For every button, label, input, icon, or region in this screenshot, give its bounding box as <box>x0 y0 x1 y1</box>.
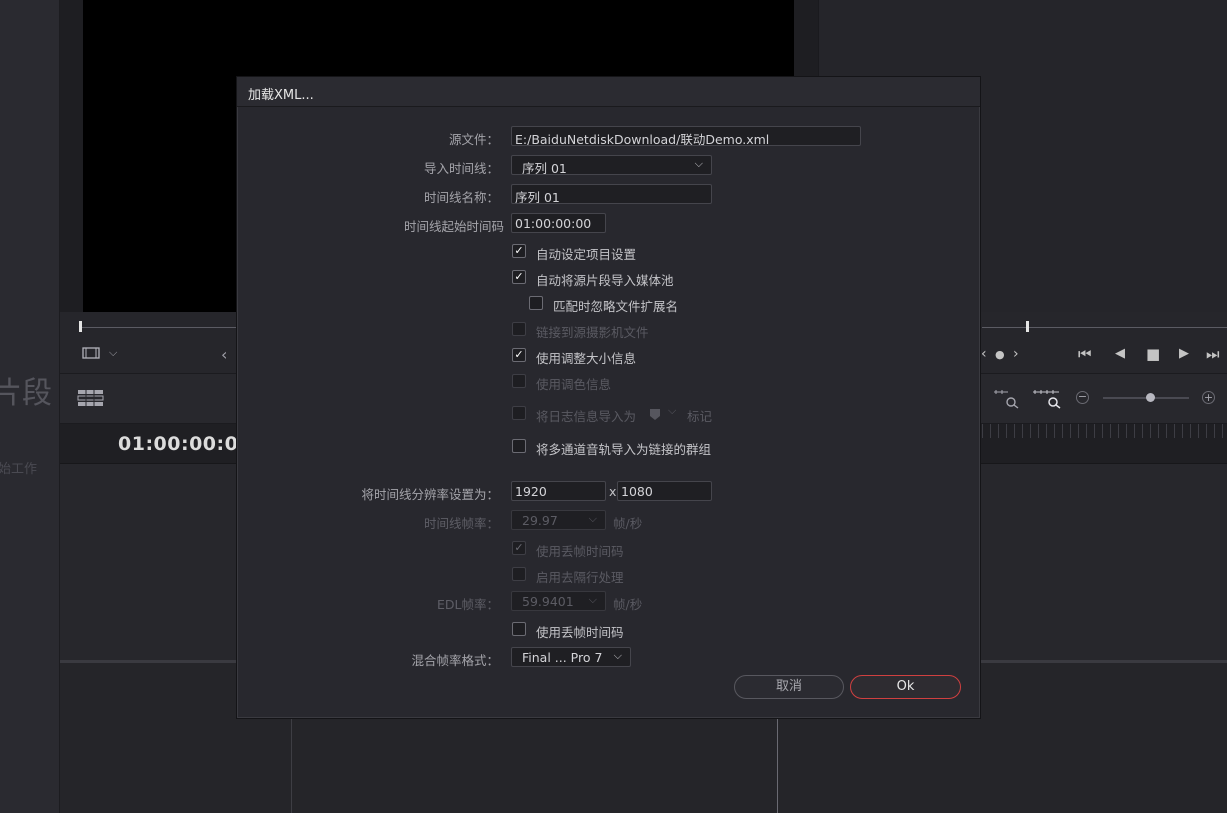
nav-dot-icon[interactable]: ● <box>995 348 1005 361</box>
frame-rate-label: 时间线帧率： <box>423 516 499 531</box>
dialog-titlebar[interactable]: 加载XML... <box>237 77 980 107</box>
chevron-down-icon: ⌵ <box>613 649 622 662</box>
resolution-height-field[interactable]: 1080 <box>617 481 712 501</box>
timeline-playhead[interactable] <box>1026 321 1029 332</box>
import-log-info-checkbox <box>512 406 526 420</box>
nav-left-icon[interactable]: ‹ <box>981 346 987 362</box>
timeline-timecode: 01:00:00:00 <box>118 433 253 455</box>
import-timeline-value: 序列 01 <box>522 161 567 175</box>
edl-frame-rate-value: 59.9401 <box>522 594 574 609</box>
frame-rate-unit: 帧/秒 <box>613 516 643 531</box>
chevron-down-icon: ⌵ <box>588 593 597 606</box>
mixed-frame-rate-label: 混合帧率格式： <box>411 653 499 668</box>
clip-view-dropdown-icon[interactable]: ⌵ <box>109 346 117 360</box>
multichannel-audio-checkbox[interactable] <box>512 439 526 453</box>
drop-frame-tc-label-disabled: 使用丢帧时间码 <box>536 544 624 559</box>
marker-color-icon <box>649 406 661 425</box>
source-file-field[interactable]: E:/BaiduNetdiskDownload/联动Demo.xml <box>511 126 861 146</box>
chevron-down-icon: ⌵ <box>588 512 597 525</box>
timeline-scrub-bar[interactable] <box>982 327 1227 328</box>
left-panel: 片段 始工作 <box>0 0 60 813</box>
zoom-in-button[interactable]: + <box>1202 391 1215 404</box>
skip-back-icon[interactable]: ⏮ <box>1078 345 1092 363</box>
zoom-out-button[interactable]: − <box>1076 391 1089 404</box>
use-sizing-info-checkbox[interactable]: ✓ <box>512 348 526 362</box>
timeline-name-field[interactable]: 序列 01 <box>511 184 712 204</box>
multichannel-audio-label: 将多通道音轨导入为链接的群组 <box>536 442 712 457</box>
cancel-button[interactable]: 取消 <box>734 675 844 699</box>
drop-frame-tc-checkbox-disabled: ✓ <box>512 541 526 555</box>
link-camera-files-checkbox <box>512 322 526 336</box>
prev-frame-icon[interactable]: ◀ <box>1115 346 1125 361</box>
timeline-name-label: 时间线名称： <box>423 190 499 205</box>
chevron-down-icon: ⌵ <box>694 157 703 170</box>
marker-color-dropdown-icon: ⌵ <box>668 404 677 417</box>
clip-view-icon[interactable] <box>82 346 100 364</box>
edl-frame-rate-label: EDL帧率： <box>437 597 499 612</box>
mixed-frame-rate-value: Final ... Pro 7 <box>522 650 603 665</box>
dialog-title: 加载XML... <box>248 88 314 103</box>
ok-button[interactable]: Ok <box>850 675 961 699</box>
mixed-frame-rate-select[interactable]: Final ... Pro 7 ⌵ <box>511 647 631 667</box>
drop-frame-tc-checkbox[interactable] <box>512 622 526 636</box>
timeline-start-tc-field[interactable]: 01:00:00:00 <box>511 213 606 233</box>
frame-rate-value: 29.97 <box>522 513 558 528</box>
timeline-start-tc-label: 时间线起始时间码 <box>403 219 504 234</box>
left-panel-subtitle: 始工作 <box>0 462 38 477</box>
load-xml-dialog: 加载XML... 源文件： E:/BaiduNetdiskDownload/联动… <box>236 76 981 719</box>
play-icon[interactable]: ▶ <box>1179 346 1189 361</box>
source-playhead[interactable] <box>79 321 82 332</box>
import-timeline-label: 导入时间线： <box>423 161 499 176</box>
timeline-ruler[interactable] <box>982 424 1227 438</box>
use-sizing-info-label: 使用调整大小信息 <box>536 351 637 366</box>
zoom-slider-thumb[interactable] <box>1145 393 1155 402</box>
ignore-extension-label: 匹配时忽略文件扩展名 <box>553 299 679 314</box>
deinterlace-checkbox <box>512 567 526 581</box>
left-panel-title: 片段 <box>0 376 52 411</box>
zoom-detail-icon[interactable] <box>993 389 1021 413</box>
deinterlace-label: 启用去隔行处理 <box>536 570 624 585</box>
ignore-extension-checkbox[interactable] <box>529 296 543 310</box>
resolution-label: 将时间线分辨率设置为： <box>361 487 499 502</box>
marker-label: 标记 <box>687 409 713 424</box>
source-nav-left-icon[interactable]: ‹ <box>221 345 227 364</box>
import-timeline-select[interactable]: 序列 01 ⌵ <box>511 155 712 175</box>
use-color-info-checkbox <box>512 374 526 388</box>
skip-forward-icon[interactable]: ⏭ <box>1206 345 1220 363</box>
edl-frame-rate-unit: 帧/秒 <box>613 597 643 612</box>
link-camera-files-label: 链接到源摄影机文件 <box>536 325 649 340</box>
auto-project-settings-checkbox[interactable]: ✓ <box>512 244 526 258</box>
nav-right-icon[interactable]: › <box>1013 346 1019 362</box>
auto-import-clips-label: 自动将源片段导入媒体池 <box>536 273 674 288</box>
source-scrub-bar[interactable] <box>80 327 240 328</box>
edl-frame-rate-select: 59.9401 ⌵ <box>511 591 606 611</box>
resolution-width-field[interactable]: 1920 <box>511 481 606 501</box>
timeline-view-options-icon[interactable] <box>77 389 104 411</box>
zoom-full-icon[interactable] <box>1032 389 1062 413</box>
import-log-info-label: 将日志信息导入为 <box>536 409 637 424</box>
drop-frame-tc-label: 使用丢帧时间码 <box>536 625 624 640</box>
frame-rate-select: 29.97 ⌵ <box>511 510 606 530</box>
app-window: 片段 始工作 ⌵ ‹ ‹ ● › ⏮ ◀ ■ ▶ ⏭ − + 01:00:00:… <box>0 0 1227 813</box>
use-color-info-label: 使用调色信息 <box>536 377 612 392</box>
resolution-separator: x <box>609 484 617 499</box>
auto-project-settings-label: 自动设定项目设置 <box>536 247 637 262</box>
source-file-label: 源文件： <box>448 132 499 147</box>
auto-import-clips-checkbox[interactable]: ✓ <box>512 270 526 284</box>
stop-icon[interactable]: ■ <box>1146 345 1160 363</box>
